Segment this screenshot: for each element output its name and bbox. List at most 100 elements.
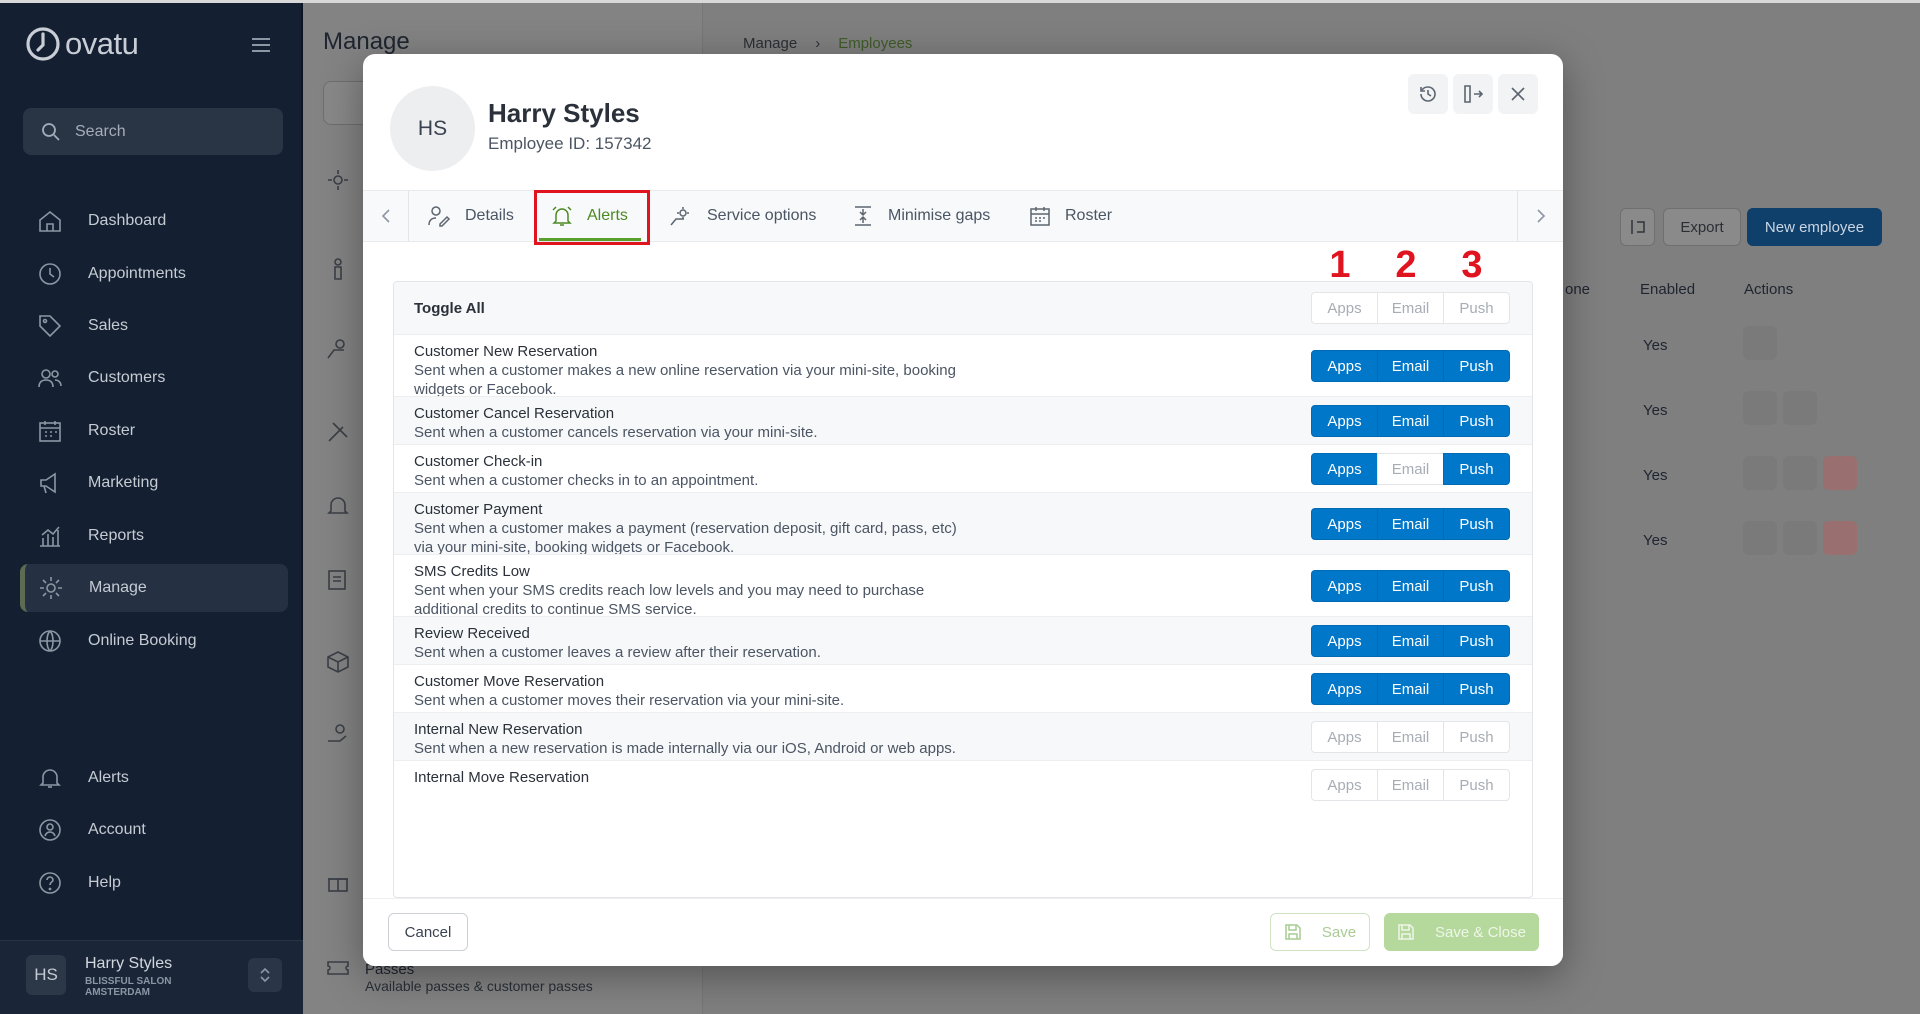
ticket-icon[interactable] bbox=[325, 955, 351, 981]
tools-icon[interactable] bbox=[325, 419, 351, 445]
calendar-icon bbox=[39, 421, 61, 442]
toggle-apps[interactable]: Apps bbox=[1311, 405, 1378, 437]
tabs-prev-button[interactable] bbox=[363, 191, 409, 241]
logout-button[interactable] bbox=[1453, 74, 1493, 114]
save-button[interactable]: Save bbox=[1270, 913, 1370, 951]
sidebar-item-dashboard[interactable]: Dashboard bbox=[20, 197, 288, 245]
edit-button[interactable] bbox=[1743, 456, 1777, 490]
history-button[interactable] bbox=[1743, 326, 1777, 360]
toggle-push[interactable]: Push bbox=[1443, 508, 1510, 540]
toggle-email[interactable]: Email bbox=[1377, 453, 1444, 485]
box-icon[interactable] bbox=[325, 649, 351, 675]
toggle-apps[interactable]: Apps bbox=[1311, 625, 1378, 657]
toggle-email[interactable]: Email bbox=[1377, 625, 1444, 657]
close-button[interactable] bbox=[1498, 74, 1538, 114]
modal-footer: Cancel Save Save & Close bbox=[363, 898, 1563, 966]
sidebar-item-online-booking[interactable]: Online Booking bbox=[20, 617, 288, 665]
sidebar-item-appointments[interactable]: Appointments bbox=[20, 250, 288, 298]
toggle-email[interactable]: Email bbox=[1377, 350, 1444, 382]
alert-row: Customer Cancel Reservation Sent when a c… bbox=[394, 396, 1532, 444]
column-actions: Actions bbox=[1744, 281, 1794, 298]
gift-icon[interactable] bbox=[325, 869, 351, 895]
toggle-push[interactable]: Push bbox=[1443, 673, 1510, 705]
save-close-label: Save & Close bbox=[1435, 923, 1526, 941]
search-icon bbox=[42, 122, 60, 141]
new-employee-button[interactable]: New employee bbox=[1747, 208, 1882, 246]
alert-description-line: Sent when your SMS credits reach low lev… bbox=[414, 582, 925, 599]
megaphone-icon bbox=[40, 472, 56, 494]
toggle-push[interactable]: Push bbox=[1443, 350, 1510, 382]
breadcrumb-employees: Employees bbox=[838, 35, 913, 52]
sidebar-item-sales[interactable]: Sales bbox=[20, 302, 288, 350]
person-icon[interactable] bbox=[325, 255, 351, 281]
toggle-push[interactable]: Push bbox=[1443, 570, 1510, 602]
toggle-push[interactable]: Push bbox=[1443, 721, 1510, 753]
sidebar-item-marketing[interactable]: Marketing bbox=[20, 459, 288, 507]
toggle-apps[interactable]: Apps bbox=[1311, 508, 1378, 540]
bell-icon[interactable] bbox=[325, 493, 351, 519]
delete-button[interactable] bbox=[1823, 456, 1857, 490]
money-hand-icon[interactable] bbox=[325, 721, 351, 747]
history-button[interactable] bbox=[1783, 391, 1817, 425]
history-button[interactable] bbox=[1783, 521, 1817, 555]
toggle-push[interactable]: Push bbox=[1443, 453, 1510, 485]
tab-minimise-gaps[interactable]: Minimise gaps bbox=[852, 191, 990, 241]
toggle-apps[interactable]: Apps bbox=[1311, 350, 1378, 382]
sidebar-item-manage[interactable]: Manage bbox=[20, 564, 288, 612]
toggle-email[interactable]: Email bbox=[1377, 508, 1444, 540]
toggle-apps[interactable]: Apps bbox=[1311, 721, 1378, 753]
alert-description-line: Sent when a new reservation is made inte… bbox=[414, 740, 956, 757]
toggle-apps[interactable]: Apps bbox=[1311, 453, 1378, 485]
sidebar-item-label: Customers bbox=[88, 369, 166, 386]
ovatu-logo[interactable]: ovatu bbox=[25, 26, 139, 62]
history-button[interactable] bbox=[1408, 74, 1448, 114]
toggle-push[interactable]: Push bbox=[1443, 625, 1510, 657]
sidebar-item-reports[interactable]: Reports bbox=[20, 512, 288, 560]
toggle-email[interactable]: Email bbox=[1377, 570, 1444, 602]
alert-description-line: Sent when a customer checks in to an app… bbox=[414, 472, 759, 489]
toggle-apps[interactable]: Apps bbox=[1311, 769, 1378, 801]
edit-button[interactable] bbox=[1743, 521, 1777, 555]
history-button[interactable] bbox=[1783, 456, 1817, 490]
cancel-button[interactable]: Cancel bbox=[388, 913, 468, 951]
delete-button[interactable] bbox=[1823, 521, 1857, 555]
breadcrumb-manage[interactable]: Manage bbox=[743, 35, 797, 52]
alert-description-line: Sent when a customer makes a payment (re… bbox=[414, 520, 957, 537]
settings-icon[interactable] bbox=[325, 167, 351, 193]
toggle-apps[interactable]: Apps bbox=[1311, 673, 1378, 705]
sidebar-item-help[interactable]: Help bbox=[20, 859, 288, 907]
service-icon[interactable] bbox=[325, 335, 351, 361]
edit-button[interactable] bbox=[1743, 391, 1777, 425]
columns-button[interactable] bbox=[1620, 208, 1655, 246]
sidebar-item-customers[interactable]: Customers bbox=[20, 354, 288, 402]
sidebar-item-label: Roster bbox=[88, 422, 136, 439]
toggle-all-apps[interactable]: Apps bbox=[1311, 292, 1378, 324]
passes-subtitle: Available passes & customer passes bbox=[365, 978, 593, 994]
toggle-email[interactable]: Email bbox=[1377, 769, 1444, 801]
sidebar-item-label: Manage bbox=[89, 579, 147, 596]
tabs-next-button[interactable] bbox=[1517, 191, 1563, 241]
alert-row: SMS Credits Low Sent when your SMS credit… bbox=[394, 554, 1532, 618]
toggle-email[interactable]: Email bbox=[1377, 405, 1444, 437]
menu-toggle-icon[interactable] bbox=[250, 36, 272, 59]
sidebar-item-alerts[interactable]: Alerts bbox=[20, 754, 288, 802]
toggle-push[interactable]: Push bbox=[1443, 769, 1510, 801]
save-and-close-button[interactable]: Save & Close bbox=[1384, 913, 1539, 951]
sidebar-item-account[interactable]: Account bbox=[20, 806, 288, 854]
export-button[interactable]: Export bbox=[1663, 208, 1741, 246]
toggle-email[interactable]: Email bbox=[1377, 721, 1444, 753]
tab-roster[interactable]: Roster bbox=[1029, 191, 1112, 241]
toggle-all-email[interactable]: Email bbox=[1377, 292, 1444, 324]
user-profile[interactable]: HS Harry Styles BLISSFUL SALON AMSTERDAM bbox=[0, 940, 303, 1014]
search-placeholder: Search bbox=[75, 122, 126, 140]
toggle-push[interactable]: Push bbox=[1443, 405, 1510, 437]
chevron-updown-icon[interactable] bbox=[248, 958, 282, 992]
toggle-apps[interactable]: Apps bbox=[1311, 570, 1378, 602]
form-icon[interactable] bbox=[325, 567, 351, 593]
toggle-email[interactable]: Email bbox=[1377, 673, 1444, 705]
tab-details[interactable]: Details bbox=[427, 191, 514, 241]
toggle-all-push[interactable]: Push bbox=[1443, 292, 1510, 324]
sidebar-item-roster[interactable]: Roster bbox=[20, 407, 288, 455]
tab-service-options[interactable]: Service options bbox=[669, 191, 816, 241]
sidebar-search-input[interactable]: Search bbox=[23, 108, 283, 155]
